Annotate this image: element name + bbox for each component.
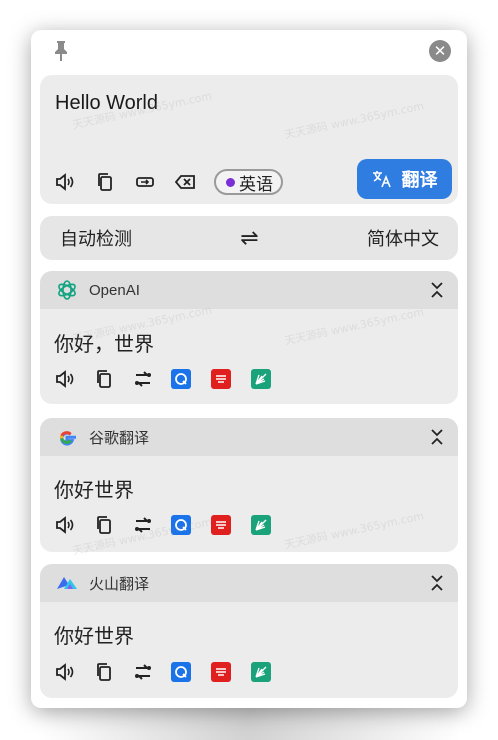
pin-icon[interactable] [51,39,71,63]
youdao-icon[interactable] [211,369,231,389]
collapse-chevron-icon[interactable] [430,281,444,299]
detected-language-label: 英语 [239,174,273,194]
result-text: 你好世界 [54,480,134,502]
leaf-app-icon[interactable] [251,662,271,682]
speaker-icon[interactable] [54,661,76,683]
dictionary-app-icon[interactable] [171,662,191,682]
swap-languages-icon[interactable]: ⇌ [240,226,258,251]
service-name: 火山翻译 [89,575,150,593]
swap-translate-icon[interactable] [132,368,154,390]
youdao-icon[interactable] [211,662,231,682]
speaker-icon[interactable] [54,171,76,193]
input-card: Hello World 英语 翻译 [40,75,458,204]
result-header[interactable]: 谷歌翻译 [40,418,458,456]
language-dot-icon [226,177,235,187]
translate-button-label: 翻译 [401,170,438,190]
result-actions [54,661,291,683]
result-text: 你好世界 [54,626,134,648]
clear-input-icon[interactable] [174,171,196,193]
translate-button[interactable]: 翻译 [357,159,452,199]
result-card-volcano: 火山翻译 你好世界 [40,564,458,698]
service-name: OpenAI [89,281,140,299]
copy-icon[interactable] [93,368,115,390]
language-bar: 自动检测 ⇌ 简体中文 [40,216,458,260]
translate-icon [372,171,391,188]
close-button[interactable]: ✕ [429,40,451,62]
target-language-select[interactable]: 简体中文 [367,225,439,251]
service-name: 谷歌翻译 [89,429,150,447]
result-actions [54,368,291,390]
copy-icon[interactable] [93,514,115,536]
result-header[interactable]: OpenAI [40,271,458,309]
copy-icon[interactable] [93,661,115,683]
source-language-select[interactable]: 自动检测 [60,225,132,251]
result-header[interactable]: 火山翻译 [40,564,458,602]
detected-language-pill[interactable]: 英语 [214,169,283,195]
speaker-icon[interactable] [54,514,76,536]
dictionary-app-icon[interactable] [171,369,191,389]
wrap-text-icon[interactable] [134,171,156,193]
collapse-chevron-icon[interactable] [430,428,444,446]
collapse-chevron-icon[interactable] [430,574,444,592]
volcano-logo-icon [54,570,80,596]
leaf-app-icon[interactable] [251,369,271,389]
leaf-app-icon[interactable] [251,515,271,535]
input-toolbar: 英语 [54,169,283,195]
translator-window: ✕ Hello World 英语 翻译 自动检测 ⇌ 简体中文 OpenAI 你… [31,30,467,708]
openai-logo-icon [54,277,80,303]
google-logo-icon [54,424,80,450]
copy-icon[interactable] [94,171,116,193]
speaker-icon[interactable] [54,368,76,390]
result-card-google: 谷歌翻译 你好世界 [40,418,458,552]
swap-translate-icon[interactable] [132,661,154,683]
youdao-icon[interactable] [211,515,231,535]
